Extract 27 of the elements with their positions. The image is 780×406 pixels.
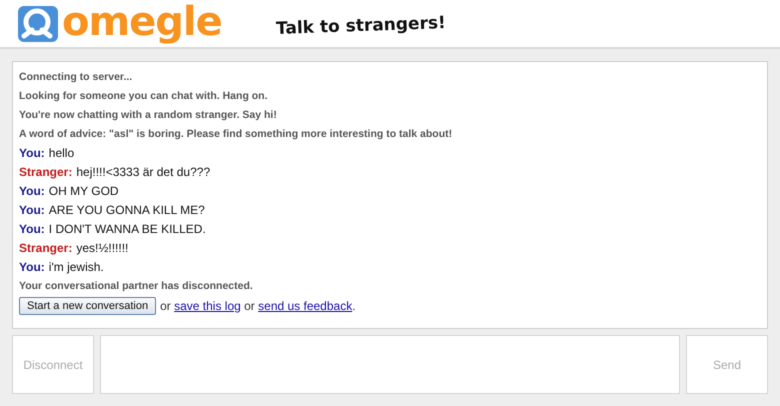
speaker-label: You: [19, 184, 45, 198]
message-text: OH MY GOD [48, 184, 119, 198]
status-message: Looking for someone you can chat with. Hang on. [19, 90, 268, 102]
message-text: hello [48, 146, 74, 160]
logo-icon [16, 4, 60, 44]
status-message: You're now chatting with a random stranger. Say hi! [19, 108, 277, 120]
message-text: ARE YOU GONNA KILL ME? [48, 202, 205, 216]
status-message: A word of advice: "asl" is boring. Please find something more interesting to talk about! [19, 128, 452, 140]
message-text: i'm jewish. [48, 260, 104, 274]
new-conversation-button[interactable]: Start a new conversation [19, 297, 156, 315]
message-text: I DON'T WANNA BE KILLED. [48, 222, 206, 236]
link[interactable]: save this log [174, 299, 241, 313]
action-sentence: or save this log or send us feedback. [160, 299, 356, 313]
speaker-label: You: [19, 146, 45, 160]
speaker-label: You: [19, 260, 45, 274]
speaker-label: You: [19, 202, 45, 216]
link[interactable]: send us feedback [258, 299, 352, 313]
speaker-label: Stranger: [19, 240, 72, 254]
message-input[interactable] [100, 335, 680, 394]
status-message: Connecting to server... [19, 70, 132, 82]
tagline: Talk to strangers! [275, 12, 446, 38]
speaker-label: You: [19, 222, 45, 236]
speaker-label: Stranger: [19, 164, 72, 178]
logo-text: omegle [62, 2, 222, 46]
message-text: yes!½!!!!!! [76, 240, 128, 254]
message-text: hej!!!!<3333 är det du??? [76, 164, 210, 178]
status-message: Your conversational partner has disconnected. [19, 280, 253, 292]
